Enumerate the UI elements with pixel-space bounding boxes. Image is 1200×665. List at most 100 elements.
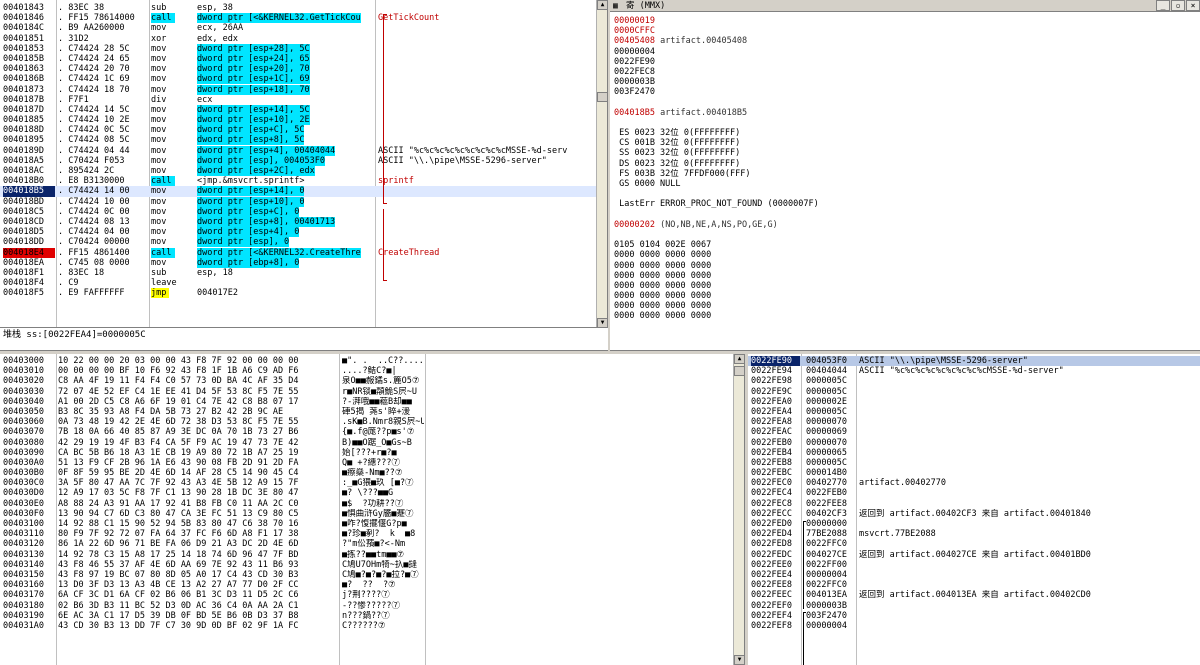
dump-row[interactable]: 00403120 86 1A 22 6D 96 71 BE FA 06 D9 21… [0,539,733,549]
dump-pane[interactable]: 00403000 10 22 00 00 20 03 00 00 43 F8 7F… [0,354,745,665]
pane-splitter[interactable] [745,354,748,665]
dump-row[interactable]: 00403180 02 B6 3D B3 11 BC 52 D3 0D AC 36… [0,601,733,611]
disasm-row[interactable]: 00401846 . FF15 78614000 call dword ptr [<&… [0,13,596,24]
disasm-row[interactable]: 004018F1 . 83EC 18 sub esp, 18 [0,268,596,278]
pane-splitter[interactable] [0,351,1200,354]
disasm-row[interactable]: 0040187D . C74424 14 5C mov dword ptr [esp+… [0,104,596,115]
disasm-row[interactable]: 004018AC . 895424 2C mov dword ptr [esp+2C]… [0,166,596,176]
registers-listing[interactable]: 00000019 0000CFFC 00405408 artifact.004054… [614,16,1194,322]
dump-row[interactable]: 00403010 00 00 00 00 BF 10 F6 92 43 F8 1F… [0,366,733,376]
stack-row[interactable]: 0022FEC0 00402770 artifact.00402770 [748,478,1200,488]
disasm-row[interactable]: 004018A5 . C70424 F053 mov dword ptr [esp],… [0,155,596,166]
stack-pane[interactable]: 0022FE90 004053F0 ASCII "\\.\pipe\MSSE-529… [748,354,1200,665]
disasm-row[interactable]: 00401885 . C74424 10 2E mov dword ptr [esp+… [0,115,596,126]
stack-row[interactable]: 0022FEE4 00000004 [748,570,1200,580]
register-line[interactable]: DS 0023 32位 0(FFFFFFFF) [614,159,1194,169]
disasm-row[interactable]: 00401863 . C74424 20 70 mov dword ptr [esp+… [0,64,596,75]
disasm-row[interactable]: 0040188D . C74424 0C 5C mov dword ptr [esp+… [0,125,596,136]
dump-row[interactable]: 00403060 0A 73 48 19 42 2E 4E 6D 72 38 D3… [0,417,733,427]
register-value[interactable]: 004018B5 [614,108,655,118]
stack-row[interactable]: 0022FECC 00402CF3 返回到 artifact.00402CF3 来自… [748,509,1200,519]
register-line[interactable]: 0000 0000 0000 0000 [614,281,1194,291]
stack-row[interactable]: 0022FED0 00000000 [748,519,1200,529]
dump-row[interactable]: 00403190 6E AC 3A C1 17 D5 39 DB 0F BD 5E… [0,611,733,621]
disasm-row[interactable]: 0040185B . C74424 24 65 mov dword ptr [esp+… [0,53,596,64]
stack-row[interactable]: 0022FEF8 00000004 [748,621,1200,631]
dump-row[interactable]: 00403140 43 F8 46 55 37 AF 4E 6D AA 69 7E… [0,560,733,570]
register-line[interactable] [614,118,1194,128]
dump-row[interactable]: 004030C0 3A 5F 80 47 AA 7C 7F 92 43 A3 4E… [0,478,733,488]
register-line[interactable]: 0022FEC8 [614,67,1194,77]
register-line[interactable]: LastErr ERROR_PROC_NOT_FOUND (0000007F) [614,199,1194,209]
dump-row[interactable]: 00403040 A1 00 2D C5 C8 A6 6F 19 01 C4 7E… [0,397,733,407]
register-line[interactable]: 00000019 [614,16,1194,26]
stack-row[interactable]: 0022FEC8 0022FEE8 [748,499,1200,509]
stack-row[interactable]: 0022FEF0 0000003B [748,601,1200,611]
disassembly-pane[interactable]: 00401843 . 83EC 38 sub esp, 38 00401846 . FF1… [0,0,608,328]
dump-row[interactable]: 00403110 80 F9 7F 92 72 07 FA 64 37 FC F6… [0,529,733,539]
register-line[interactable]: ES 0023 32位 0(FFFFFFFF) [614,128,1194,138]
disasm-row[interactable]: 004018B0 . E8 B3130000 call <jmp.&msvcrt.sp… [0,176,596,187]
register-line[interactable]: 0000 0000 0000 0000 [614,291,1194,301]
disasm-row[interactable]: 00401873 . C74424 18 70 mov dword ptr [esp+… [0,84,596,95]
register-line[interactable] [614,210,1194,220]
registers-pane[interactable]: ▦ 寄 (MMX) _ ▫ × 00000019 0000CFFC 00405408 a… [610,0,1200,351]
scroll-up-arrow-icon[interactable]: ▲ [597,0,607,10]
disassembly-listing[interactable]: 00401843 . 83EC 38 sub esp, 38 00401846 . FF1… [0,3,596,299]
disasm-row[interactable]: 004018F5 . E9 FAFFFFFF jmp 004017E2 [0,288,596,299]
disasm-row[interactable]: 0040189D . C74424 04 44 mov dword ptr [esp+… [0,145,596,156]
register-line[interactable]: 004018B5 artifact.004018B5 [614,108,1194,118]
register-line[interactable] [614,189,1194,199]
dump-row[interactable]: 00403150 43 F8 97 19 BC 07 80 8D 05 A0 17… [0,570,733,580]
register-line[interactable]: 0000 0000 0000 0000 [614,261,1194,271]
scroll-down-arrow-icon[interactable]: ▼ [597,318,607,327]
dump-row[interactable]: 00403170 6A CF 3C D1 6A CF 02 B6 06 B1 3C… [0,590,733,600]
stack-row[interactable]: 0022FEE8 0022FFC0 [748,580,1200,590]
stack-row[interactable]: 0022FEA0 0000002E [748,397,1200,407]
dump-row[interactable]: 00403090 CA BC 5B B6 18 A3 1E CB 19 A9 80… [0,448,733,458]
dump-row[interactable]: 00403050 B3 8C 35 93 A8 F4 DA 5B 73 27 B2… [0,407,733,417]
scroll-down-arrow-icon[interactable]: ▼ [734,655,744,665]
stack-row[interactable]: 0022FEE0 0022FF00 [748,560,1200,570]
disasm-row[interactable]: 004018DD . C70424 00000 mov dword ptr [esp]… [0,237,596,248]
stack-row[interactable]: 0022FE98 0000005C [748,376,1200,386]
dump-row[interactable]: 004030A0 51 13 F9 CF 2B 96 1A E6 43 90 08… [0,458,733,468]
disasm-row[interactable]: 0040187B . F7F1 div ecx [0,95,596,105]
register-line[interactable]: SS 0023 32位 0(FFFFFFFF) [614,148,1194,158]
scroll-thumb[interactable] [597,92,607,102]
register-line[interactable]: 0000 0000 0000 0000 [614,250,1194,260]
stack-row[interactable]: 0022FE90 004053F0 ASCII "\\.\pipe\MSSE-529… [748,356,1200,367]
disassembly-scrollbar[interactable]: ▲ ▼ [596,0,607,327]
disasm-row[interactable]: 004018F4 . C9 leave [0,278,596,288]
scroll-thumb[interactable] [734,366,744,376]
register-line[interactable]: GS 0000 NULL [614,179,1194,189]
register-line[interactable]: 00000004 [614,47,1194,57]
dump-row[interactable]: 00403160 13 D0 3F D3 13 A3 4B CE 13 A2 27… [0,580,733,590]
stack-row[interactable]: 0022FEA8 00000070 [748,417,1200,427]
stack-row[interactable]: 0022FEF4 003F2470 [748,611,1200,621]
dump-row[interactable]: 00403070 7B 18 0A 66 40 85 87 A9 3E DC 0A… [0,427,733,437]
stack-row[interactable]: 0022FEA4 0000005C [748,407,1200,417]
disasm-row[interactable]: 004018BD . C74424 10 00 mov dword ptr [esp+… [0,196,596,207]
register-line[interactable]: FS 003B 32位 7FFDF000(FFF) [614,169,1194,179]
register-line[interactable] [614,98,1194,108]
stack-listing[interactable]: 0022FE90 004053F0 ASCII "\\.\pipe\MSSE-529… [748,356,1200,631]
dump-row[interactable]: 004030D0 12 A9 17 03 5C F8 7F C1 13 90 28… [0,488,733,498]
restore-icon[interactable]: ▫ [1171,0,1185,11]
register-line[interactable] [614,230,1194,240]
stack-row[interactable]: 0022FEB0 00000070 [748,438,1200,448]
minimize-icon[interactable]: _ [1156,0,1170,11]
stack-row[interactable]: 0022FEEC 004013EA 返回到 artifact.004013EA 来自… [748,590,1200,600]
disasm-row[interactable]: 004018B5. C74424 14 00 mov dword ptr [esp+… [0,186,596,197]
stack-row[interactable]: 0022FEAC 00000069 [748,427,1200,437]
stack-row[interactable]: 0022FE94 00404044 ASCII "%c%c%c%c%c%c%c%c%… [748,366,1200,376]
disasm-row[interactable]: 004018C5 . C74424 0C 00 mov dword ptr [esp+… [0,206,596,217]
dump-row[interactable]: 00403130 14 92 78 C3 15 A8 17 25 14 18 74… [0,550,733,560]
disasm-row[interactable]: 004018EA . C745 08 0000 mov dword ptr [ebp+… [0,257,596,268]
register-line[interactable]: 003F2470 [614,87,1194,97]
stack-row[interactable]: 0022FEB8 0000005C [748,458,1200,468]
register-line[interactable]: 0000 0000 0000 0000 [614,301,1194,311]
close-icon[interactable]: × [1186,0,1200,11]
dump-row[interactable]: 004030B0 0F 8F 59 95 BE 2D 4E 6D 14 AF 28… [0,468,733,478]
register-line[interactable]: CS 001B 32位 0(FFFFFFFF) [614,138,1194,148]
